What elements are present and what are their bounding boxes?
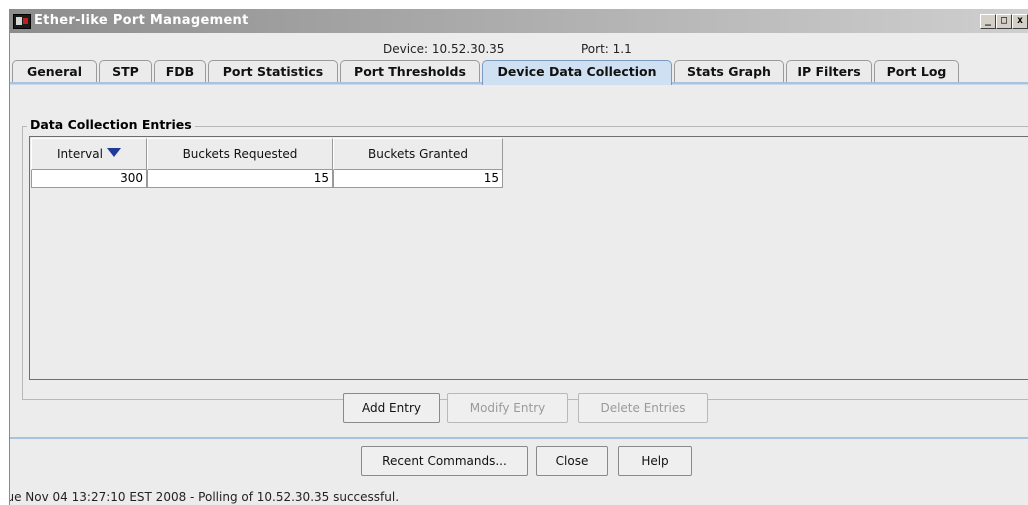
sort-descending-icon [106, 148, 121, 157]
table-cell-buckets-granted[interactable]: 15 [333, 170, 503, 188]
tab-fdb[interactable]: FDB [154, 60, 206, 82]
help-button[interactable]: Help [618, 446, 692, 476]
column-header-buckets-requested[interactable]: Buckets Requested [147, 138, 333, 170]
tab-stats-graph[interactable]: Stats Graph [674, 60, 784, 82]
column-header-buckets-granted[interactable]: Buckets Granted [333, 138, 503, 170]
column-header-label: Interval [57, 147, 103, 161]
minimize-button[interactable]: _ [980, 14, 996, 29]
app-logo-icon [13, 14, 31, 29]
column-header-interval[interactable]: Interval [31, 138, 147, 170]
tab-general[interactable]: General [12, 60, 97, 82]
add-entry-button[interactable]: Add Entry [343, 393, 440, 423]
entries-table: Interval Buckets Requested Buckets Grant… [29, 136, 1028, 380]
recent-commands-button[interactable]: Recent Commands... [361, 446, 528, 476]
port-label: Port: 1.1 [581, 42, 632, 56]
table-cell-buckets-requested[interactable]: 15 [147, 170, 333, 188]
tab-stp[interactable]: STP [99, 60, 152, 82]
panel-bottom-divider [10, 437, 1028, 439]
device-label: Device: 10.52.30.35 [383, 42, 505, 56]
tab-ip-filters[interactable]: IP Filters [786, 60, 872, 82]
data-collection-legend: Data Collection Entries [27, 117, 195, 132]
tab-port-log[interactable]: Port Log [874, 60, 959, 82]
tab-port-statistics[interactable]: Port Statistics [208, 60, 338, 82]
close-button[interactable]: Close [536, 446, 608, 476]
table-cell-interval[interactable]: 300 [31, 170, 147, 188]
status-bar: Tue Nov 04 13:27:10 EST 2008 - Polling o… [9, 490, 400, 504]
close-window-button[interactable]: x [1012, 14, 1028, 29]
modify-entry-button[interactable]: Modify Entry [447, 393, 568, 423]
title-bar[interactable]: Ether-like Port Management _ □ x [10, 9, 1028, 33]
window-title: Ether-like Port Management [34, 13, 249, 28]
tab-port-thresholds[interactable]: Port Thresholds [340, 60, 480, 82]
port-management-window: Ether-like Port Management _ □ x Device:… [9, 9, 1028, 505]
maximize-button[interactable]: □ [996, 14, 1012, 29]
tab-device-data-collection[interactable]: Device Data Collection [482, 60, 672, 85]
delete-entries-button[interactable]: Delete Entries [578, 393, 708, 423]
tab-bar: General STP FDB Port Statistics Port Thr… [10, 60, 1028, 85]
